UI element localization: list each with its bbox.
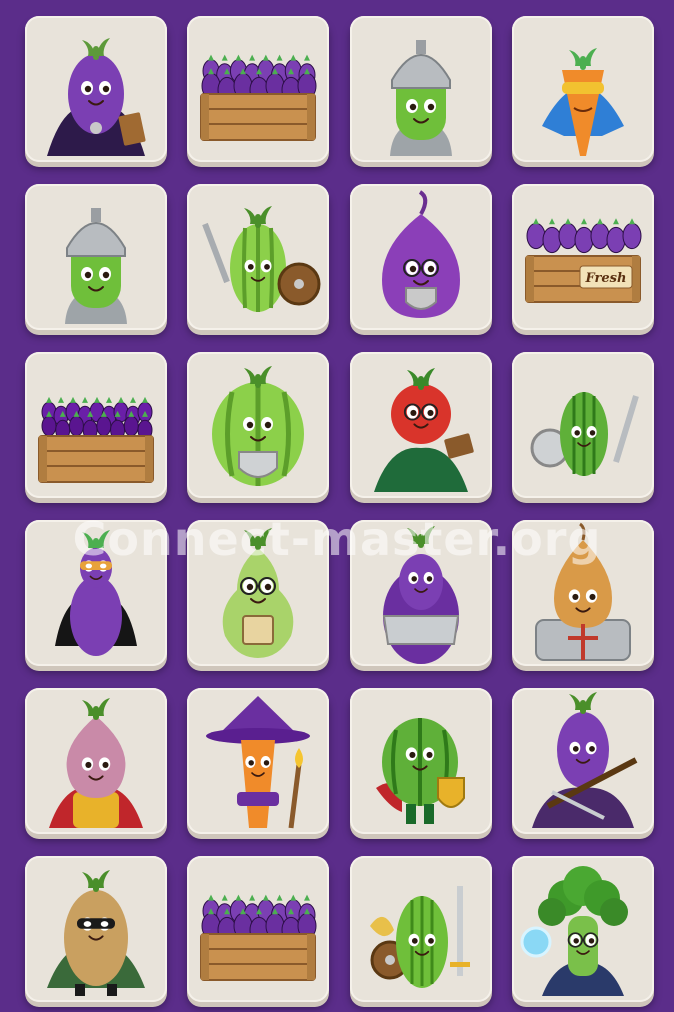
onion-armor-icon	[535, 522, 631, 661]
watermelon-shield-icon	[376, 718, 465, 824]
game-tile[interactable]	[187, 688, 329, 834]
onion-superhero-icon	[49, 698, 143, 828]
game-tile[interactable]	[350, 352, 492, 498]
cucumber-knight-icon	[65, 208, 127, 324]
cucumber-warrior-icon	[370, 886, 470, 988]
game-tile[interactable]	[187, 16, 329, 162]
game-tile[interactable]	[512, 16, 654, 162]
melon-warrior-icon	[202, 206, 321, 312]
game-tile[interactable]	[187, 184, 329, 330]
eggplant-armor-icon	[382, 526, 460, 664]
game-tile[interactable]	[512, 688, 654, 834]
eggplant-fresh-crate-icon: Fresh	[525, 218, 642, 303]
watermelon-knight-icon	[530, 392, 639, 476]
game-tile[interactable]	[350, 856, 492, 1002]
game-tile[interactable]	[350, 184, 492, 330]
eggplant-crate-icon	[200, 894, 317, 981]
pear-scholar-icon	[222, 528, 294, 658]
game-tile[interactable]	[187, 352, 329, 498]
game-tile[interactable]	[25, 520, 167, 666]
game-tile[interactable]	[25, 688, 167, 834]
game-tile[interactable]	[187, 856, 329, 1002]
game-board: Fresh	[0, 0, 674, 1012]
onion-knight-icon	[382, 190, 460, 318]
game-tile[interactable]: Fresh	[512, 184, 654, 330]
game-tile[interactable]	[187, 520, 329, 666]
game-tile[interactable]	[350, 16, 492, 162]
eggplant-ninja-icon	[55, 530, 137, 656]
cucumber-knight-icon	[390, 40, 452, 156]
game-tile[interactable]	[512, 352, 654, 498]
game-tile[interactable]	[25, 352, 167, 498]
game-tile[interactable]	[512, 856, 654, 1002]
game-tile[interactable]	[25, 856, 167, 1002]
carrot-wizard-icon	[206, 696, 310, 829]
eggplant-samurai-icon	[532, 692, 638, 828]
svg-text:Fresh: Fresh	[585, 271, 627, 286]
game-tile[interactable]	[350, 520, 492, 666]
game-tile[interactable]	[350, 688, 492, 834]
game-tile[interactable]	[25, 184, 167, 330]
broccoli-mage-icon	[520, 866, 628, 996]
eggplant-crate-icon	[200, 54, 317, 141]
potato-hero-icon	[47, 870, 145, 996]
game-tile[interactable]	[25, 16, 167, 162]
grape-crate-icon	[38, 396, 154, 483]
game-tile[interactable]	[512, 520, 654, 666]
carrot-superhero-icon	[542, 48, 624, 156]
eggplant-wizard-icon	[47, 38, 146, 156]
melon-shield-icon	[212, 366, 304, 486]
tomato-wizard-icon	[374, 368, 474, 492]
